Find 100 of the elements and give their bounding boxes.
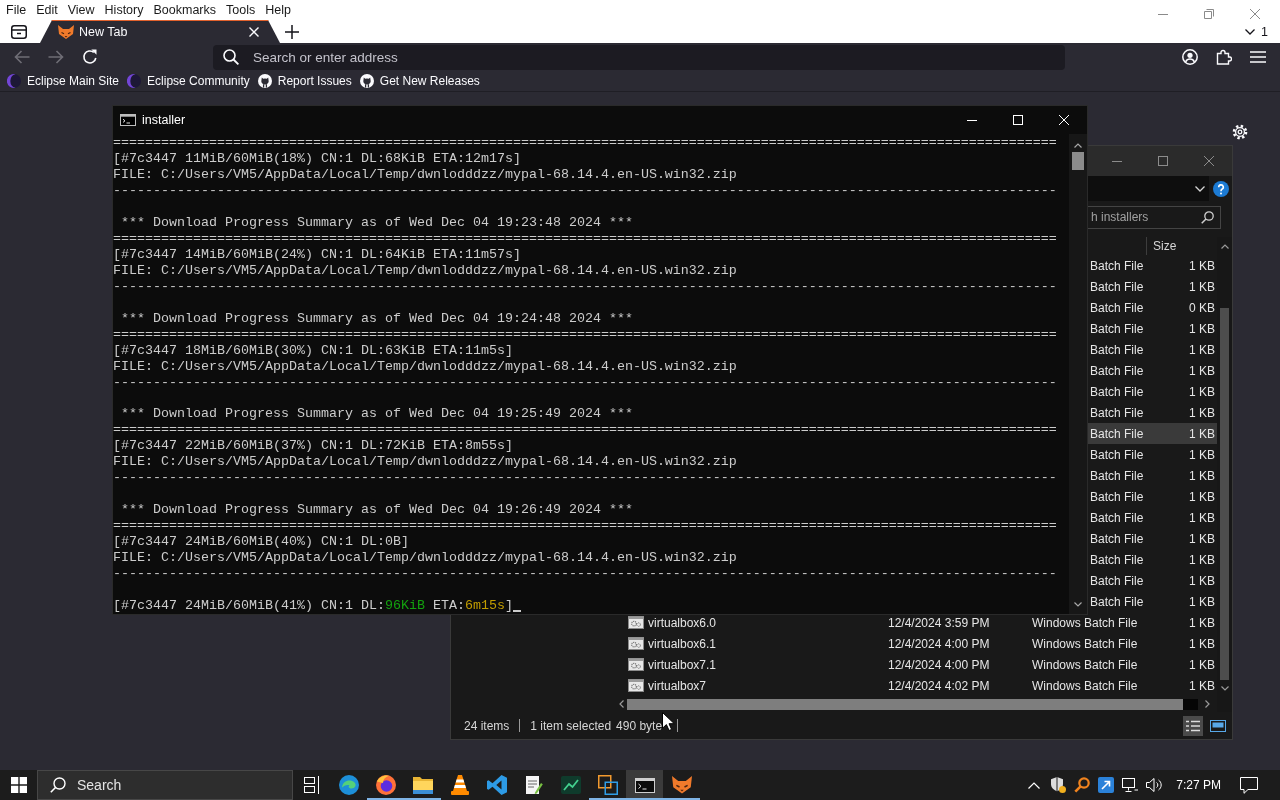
file-size: 1 KB (1189, 531, 1215, 546)
speech-bubble-icon[interactable] (1240, 776, 1258, 794)
search-field[interactable]: Search (77, 777, 292, 793)
file-row[interactable]: Batch File 1 KB (1088, 486, 1217, 507)
window-title: installer (142, 113, 186, 127)
file-size: 1 KB (1189, 510, 1215, 525)
search-field[interactable]: h installers (1091, 210, 1201, 224)
file-row[interactable]: Batch File 1 KB (1088, 591, 1217, 612)
console-line: ====================================================================================================================== (113, 230, 1057, 247)
file-date: 12/4/2024 4:00 PM (888, 636, 990, 651)
scroll-down-icon[interactable] (1220, 685, 1229, 691)
reload-icon[interactable] (82, 49, 98, 65)
scroll-left-icon[interactable] (618, 700, 624, 708)
file-row[interactable]: virtualbox6.0 12/4/2024 3:59 PM Windows Batch File 1 KB (615, 612, 1217, 633)
file-row[interactable]: virtualbox7.1 12/4/2024 4:00 PM Windows Batch File 1 KB (615, 654, 1217, 675)
restore-icon[interactable] (1204, 9, 1214, 19)
selection-count: 1 item selected (530, 718, 612, 733)
file-type: Windows Batch File (1032, 636, 1138, 651)
file-type: Batch File (1090, 552, 1144, 567)
file-row[interactable]: Batch File 1 KB (1088, 444, 1217, 465)
menu-item[interactable]: File (1, 0, 32, 20)
scrollbar-thumb[interactable] (1220, 308, 1229, 680)
cat-icon (257, 74, 272, 88)
search-icon[interactable] (1201, 210, 1214, 224)
scrollbar-thumb[interactable] (627, 698, 1183, 710)
person-circle-icon[interactable] (1182, 49, 1198, 65)
chart-tile-icon (560, 776, 581, 794)
file-row[interactable]: Batch File 1 KB (1088, 339, 1217, 360)
file-row[interactable]: Batch File 1 KB (1088, 381, 1217, 402)
minimize-icon[interactable] (967, 119, 977, 121)
chevron-up-icon[interactable] (1028, 781, 1041, 789)
bookmark-item[interactable]: Report Issues (257, 74, 352, 88)
file-row[interactable]: Batch File 1 KB (1088, 423, 1217, 444)
console-line: *** Download Progress Summary as of Wed Dec 04 19:25:49 2024 *** (120, 406, 633, 423)
scroll-right-icon[interactable] (1205, 700, 1210, 708)
file-type: Batch File (1090, 258, 1144, 273)
file-type: Batch File (1090, 594, 1144, 609)
file-row[interactable]: Batch File 1 KB (1088, 507, 1217, 528)
puzzle-piece-icon[interactable] (1216, 49, 1232, 65)
window-icon (1210, 719, 1226, 732)
file-type: Batch File (1090, 363, 1144, 378)
menu-item[interactable]: History (99, 0, 149, 20)
menu-item[interactable]: View (62, 0, 100, 20)
file-row[interactable]: Batch File 1 KB (1088, 549, 1217, 570)
magnifier-icon[interactable] (1074, 777, 1091, 793)
plus-icon[interactable] (285, 24, 299, 39)
file-row[interactable]: Batch File 1 KB (1088, 465, 1217, 486)
scroll-down-icon[interactable] (1074, 602, 1082, 607)
chevron-down-icon[interactable] (1195, 185, 1205, 192)
console-line: ---------------------------------------------------------------------------------------------------------------------- (113, 183, 1057, 199)
volume-icon[interactable] (1146, 777, 1163, 793)
address-field[interactable] (1088, 176, 1209, 201)
search-box[interactable]: Search (37, 770, 293, 800)
file-size: 1 KB (1189, 405, 1215, 420)
search-icon (50, 777, 66, 793)
file-row[interactable]: Batch File 1 KB (1088, 402, 1217, 423)
file-row[interactable]: Batch File 1 KB (1088, 255, 1217, 276)
search-box[interactable]: h installers (1088, 205, 1221, 229)
console-line: FILE: C:/Users/VM5/AppData/Local/Temp/dwnlodddzz/mypal-68.14.4.en-US.win32.zip (113, 167, 737, 183)
menu-item[interactable]: Help (260, 0, 296, 20)
address-bar[interactable]: Search or enter address (213, 44, 1065, 70)
tab[interactable]: New Tab (40, 20, 280, 43)
console-line: [#7c3447 11MiB/60MiB(18%) CN:1 DL:68KiB ETA:12m17s] (113, 151, 521, 167)
help-icon[interactable] (1213, 180, 1229, 197)
mouse-pointer-icon (662, 712, 676, 731)
tab-list-button[interactable]: 1 (1245, 24, 1268, 39)
bookmark-item[interactable]: Eclipse Community (127, 74, 250, 88)
bookmark-item[interactable]: Eclipse Main Site (7, 74, 120, 88)
file-row[interactable]: Batch File 1 KB (1088, 318, 1217, 339)
arrow-tile-icon[interactable] (1098, 777, 1115, 793)
file-row[interactable]: Batch File 0 KB (1088, 297, 1217, 318)
menu-icon[interactable] (1250, 51, 1266, 63)
taskbar-button[interactable] (626, 770, 663, 800)
file-row[interactable]: virtualbox6.1 12/4/2024 4:00 PM Windows Batch File 1 KB (615, 633, 1217, 654)
menu-item[interactable]: Edit (31, 0, 63, 20)
monitor-icon[interactable] (1122, 778, 1139, 792)
scroll-up-icon[interactable] (1074, 143, 1082, 148)
scroll-up-icon[interactable] (1220, 243, 1229, 249)
archive-box-icon[interactable] (11, 24, 27, 39)
file-row[interactable]: Batch File 1 KB (1088, 276, 1217, 297)
file-type: Batch File (1090, 300, 1144, 315)
console-line: ---------------------------------------------------------------------------------------------------------------------- (113, 374, 1057, 391)
clock[interactable]: 7:27 PM (1176, 778, 1221, 792)
menu-item[interactable]: Bookmarks (148, 0, 221, 20)
settings-icon[interactable] (1232, 124, 1248, 140)
view-button[interactable] (1183, 715, 1203, 736)
file-row[interactable]: Batch File 1 KB (1088, 570, 1217, 591)
notepad-icon (524, 775, 543, 795)
file-name: virtualbox6.0 (648, 615, 717, 630)
file-row[interactable]: Batch File 1 KB (1088, 360, 1217, 381)
console-line: ---------------------------------------------------------------------------------------------------------------------- (113, 470, 1057, 487)
menu-item[interactable]: Tools (221, 0, 261, 20)
file-row[interactable]: Batch File 1 KB (1088, 528, 1217, 549)
scrollbar-thumb[interactable] (1072, 152, 1084, 170)
console-line: [#7c3447 24MiB/60MiB(40%) CN:1 DL:0B] (113, 534, 409, 551)
bookmark-item[interactable]: Get New Releases (359, 74, 480, 88)
four-squares-icon[interactable] (10, 777, 27, 793)
shield-icon[interactable] (1050, 777, 1067, 793)
address-field[interactable]: Search or enter address (253, 49, 1065, 65)
file-row[interactable]: virtualbox7 12/4/2024 4:02 PM Windows Batch File 1 KB (615, 675, 1217, 696)
